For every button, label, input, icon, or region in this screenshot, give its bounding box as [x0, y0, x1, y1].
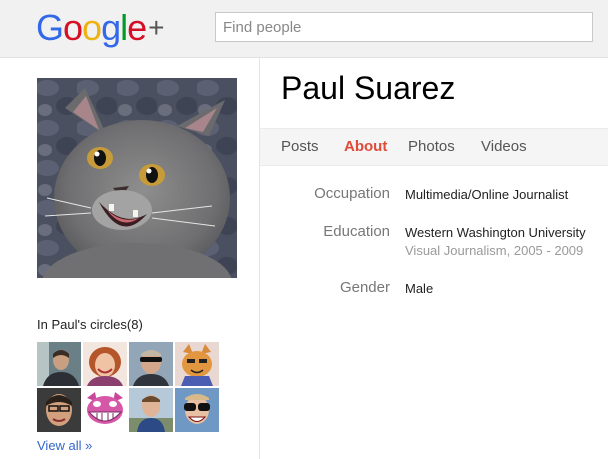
logo-letter-5: l [120, 7, 128, 48]
logo-letter-2: o [63, 7, 83, 48]
tab-photos[interactable]: Photos [408, 129, 455, 165]
education-detail: Visual Journalism, 2005 - 2009 [405, 243, 584, 258]
circle-person-7[interactable] [129, 388, 173, 432]
gender-value: Male [405, 281, 434, 296]
cheshire-cat-icon [83, 388, 127, 432]
logo-letter-3: o [82, 7, 102, 48]
top-bar: G o o g l e + [0, 0, 608, 58]
logo-letter-6: e [127, 7, 147, 48]
logo-plus: + [148, 12, 165, 43]
occupation-label: Occupation [314, 185, 390, 202]
logo-letter-4: g [101, 7, 121, 48]
person-7-icon [129, 388, 173, 432]
circle-cat-drawing[interactable] [175, 342, 219, 386]
circles-title: In Paul's circles(8) [37, 317, 143, 332]
profile-name: Paul Suarez [281, 70, 456, 106]
cat-photo-icon [37, 78, 237, 278]
circles-grid [37, 342, 221, 432]
tab-posts[interactable]: Posts [281, 129, 319, 165]
view-all-link[interactable]: View all » [37, 438, 92, 453]
tab-videos[interactable]: Videos [481, 129, 527, 165]
column-divider [259, 58, 260, 459]
profile-photo[interactable] [37, 78, 237, 278]
circle-person-3[interactable] [129, 342, 173, 386]
google-plus-logo[interactable]: G o o g l e + [36, 6, 165, 50]
left-column: In Paul's circles(8) View all » [0, 58, 259, 459]
circle-person-5[interactable] [37, 388, 81, 432]
cat-drawing-icon [175, 342, 219, 386]
circle-cheshire-cat[interactable] [83, 388, 127, 432]
person-3-icon [129, 342, 173, 386]
circle-person-2[interactable] [83, 342, 127, 386]
person-5-icon [37, 388, 81, 432]
circle-person-8[interactable] [175, 388, 219, 432]
find-people-input[interactable] [215, 12, 593, 42]
circle-person-1[interactable] [37, 342, 81, 386]
education-label: Education [323, 223, 390, 240]
occupation-value: Multimedia/Online Journalist [405, 187, 569, 202]
tab-about[interactable]: About [344, 129, 387, 165]
gender-label: Gender [339, 279, 390, 296]
education-value: Western Washington University [405, 225, 586, 240]
person-1-icon [37, 342, 81, 386]
logo-letter-1: G [36, 7, 64, 48]
profile-tabs: Posts About Photos Videos [260, 128, 608, 166]
person-2-icon [83, 342, 127, 386]
person-8-icon [175, 388, 219, 432]
